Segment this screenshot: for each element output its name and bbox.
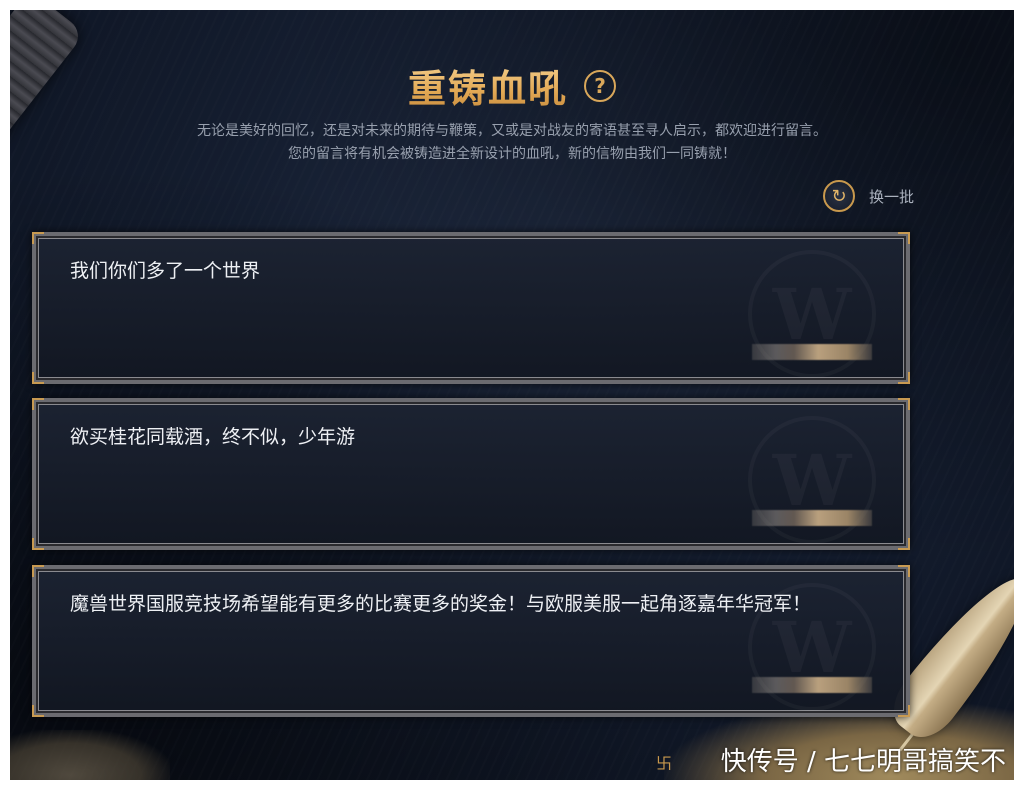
card-corner-ornament	[898, 232, 910, 244]
blurred-author-name	[752, 677, 872, 693]
source-mark-icon: 卐	[655, 754, 672, 773]
card-corner-ornament	[898, 565, 910, 577]
page-frame: 重铸血吼 ? 无论是美好的回忆，还是对未来的期待与鞭策，又或是对战友的寄语甚至寻…	[10, 10, 1014, 780]
message-text: 欲买桂花同载酒，终不似，少年游	[70, 426, 356, 448]
blurred-author-name	[752, 344, 872, 360]
refresh-batch-label: 换一批	[868, 187, 914, 206]
message-card[interactable]: W 我们你们多了一个世界	[32, 232, 910, 384]
help-icon[interactable]: ?	[584, 69, 616, 102]
message-card[interactable]: W 魔兽世界国服竞技场希望能有更多的比赛更多的奖金！与欧服美服一起角逐嘉年华冠军…	[32, 565, 910, 717]
message-text: 魔兽世界国服竞技场希望能有更多的比赛更多的奖金！与欧服美服一起角逐嘉年华冠军！	[70, 593, 812, 615]
blurred-author-name	[752, 510, 872, 526]
title-row: 重铸血吼 ?	[10, 58, 1014, 113]
card-corner-ornament	[32, 565, 44, 577]
card-corner-ornament	[32, 232, 44, 244]
message-card[interactable]: W 欲买桂花同载酒，终不似，少年游	[32, 398, 910, 550]
refresh-icon: ↻	[822, 180, 855, 212]
refresh-batch-button[interactable]: ↻ 换一批	[822, 180, 914, 212]
source-credit: 快传号 / 七七明哥搞笑不	[720, 747, 1006, 777]
card-corner-ornament	[898, 398, 910, 410]
page-title: 重铸血吼	[408, 58, 568, 113]
subtitle-line-1: 无论是美好的回忆，还是对未来的期待与鞭策，又或是对战友的寄语甚至寻人启示，都欢迎…	[197, 123, 827, 139]
card-corner-ornament	[32, 398, 44, 410]
message-text: 我们你们多了一个世界	[70, 260, 261, 282]
subtitle-line-2: 您的留言将有机会被铸造进全新设计的血吼，新的信物由我们一同铸就！	[288, 146, 736, 162]
parchment-decoration-left	[10, 730, 170, 780]
